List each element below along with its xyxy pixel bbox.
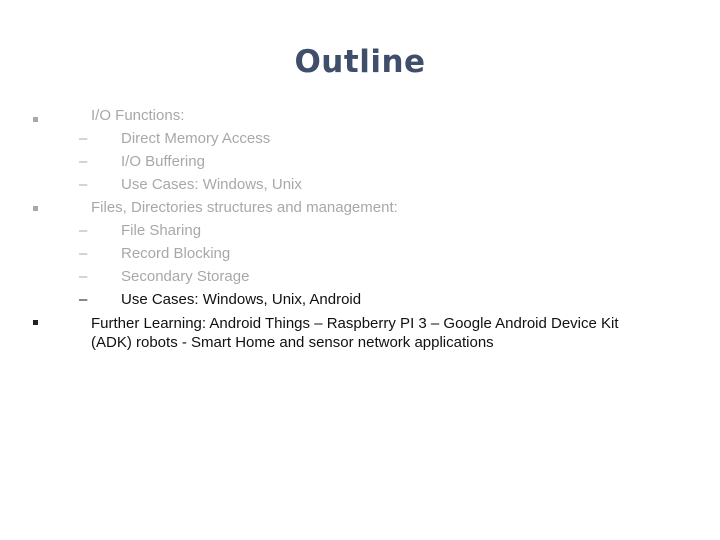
dash-bullet-icon: – [79,268,88,285]
dash-bullet-icon: – [79,153,88,170]
outline-subitem-label: Record Blocking [121,245,231,262]
dash-bullet-icon: – [79,291,88,308]
square-bullet-icon [33,206,38,211]
outline-subitem-label: File Sharing [121,222,202,239]
outline-item-label-line1: Further Learning: Android Things – Raspb… [91,315,619,332]
dash-bullet-icon: – [79,245,88,262]
square-bullet-icon [33,117,38,122]
outline-subitem-label: Direct Memory Access [121,130,271,147]
outline-item-label: Files, Directories structures and manage… [91,199,398,216]
outline-subitem-label: Use Cases: Windows, Unix [121,176,302,193]
square-bullet-icon [33,320,38,325]
outline-item-label-line2: (ADK) robots - Smart Home and sensor net… [91,334,494,351]
dash-bullet-icon: – [79,130,88,147]
outline-subitem-label: Secondary Storage [121,268,250,285]
dash-bullet-icon: – [79,176,88,193]
dash-bullet-icon: – [79,222,88,239]
outline-subitem-label: Use Cases: Windows, Unix, Android [121,291,362,308]
slide-title: Outline [294,44,426,80]
outline-item-label: I/O Functions: [91,107,185,124]
outline-subitem-label: I/O Buffering [121,153,205,170]
